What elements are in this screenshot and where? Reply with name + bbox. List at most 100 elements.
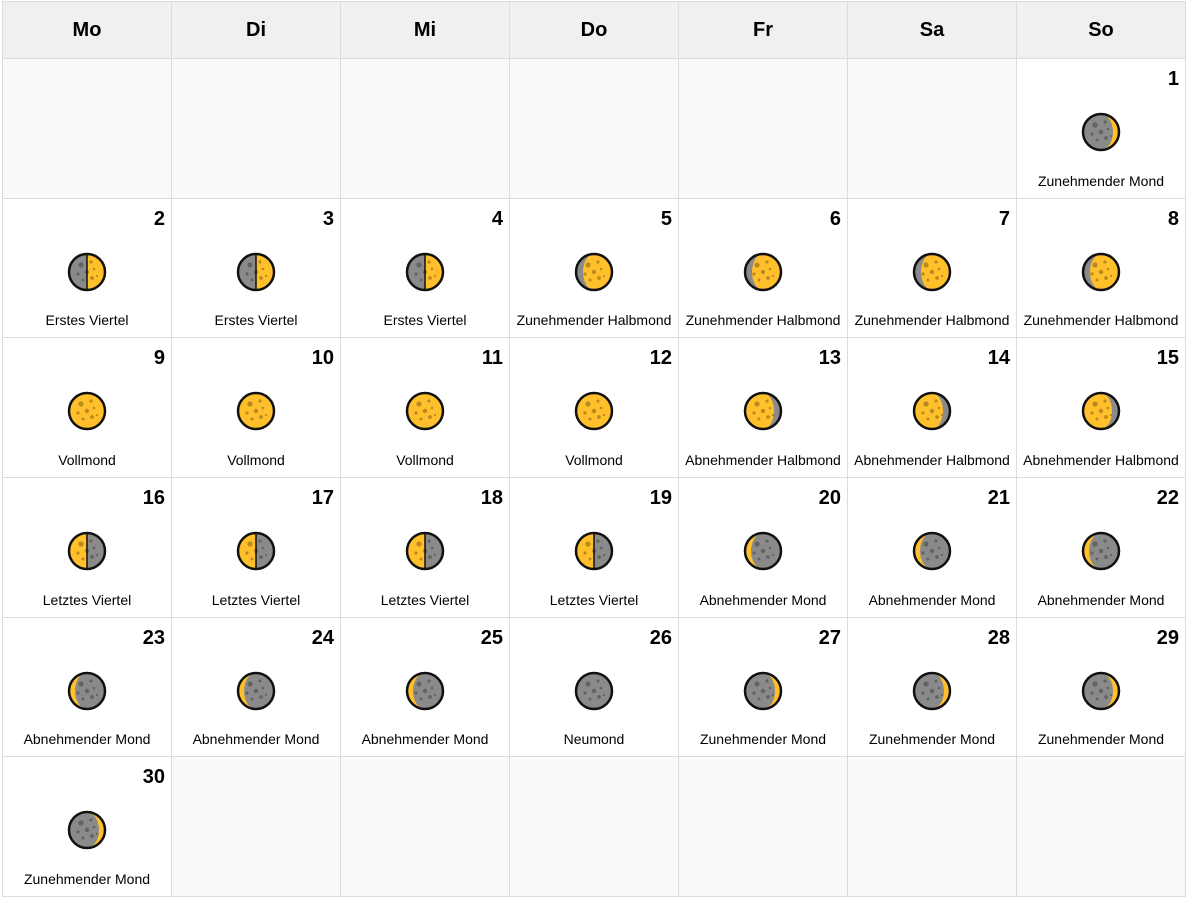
weekday-header-sa: Sa (848, 2, 1017, 59)
day-cell: 4 Erstes Viertel (341, 198, 510, 339)
empty-day-cell (1017, 757, 1186, 897)
day-number: 13 (818, 347, 841, 370)
day-number: 29 (1156, 626, 1179, 649)
day-cell: 7 Zunehmender Halbmond (848, 198, 1017, 339)
day-number: 15 (1156, 347, 1179, 370)
waning-crescent-moon-icon (912, 531, 952, 571)
waning-crescent-moon-icon (67, 671, 107, 711)
empty-day-cell (679, 757, 848, 897)
day-number: 16 (142, 487, 165, 509)
full-moon-icon (236, 391, 276, 431)
moon-phase-label: Vollmond (58, 452, 116, 468)
empty-day-cell (848, 59, 1017, 199)
day-cell: 23 Abnehmender Mond (3, 617, 172, 758)
day-cell: 13 Abnehmender Halbmond (679, 338, 848, 478)
empty-day-cell (848, 757, 1017, 897)
moon-phase-label: Abnehmender Mond (699, 591, 827, 608)
moon-phase-label: Vollmond (565, 452, 623, 468)
empty-day-cell (679, 59, 848, 199)
day-cell: 8 Zunehmender Halbmond (1017, 198, 1186, 339)
weekday-header-fr: Fr (679, 2, 848, 59)
moon-calendar: Mo Di Mi Do Fr Sa So 1 Zunehmender Mond 2… (2, 1, 1186, 897)
day-cell: 2 Erstes Viertel (3, 198, 172, 339)
day-cell: 15 Abnehmender Halbmond (1017, 338, 1186, 478)
moon-phase-label: Vollmond (227, 452, 285, 468)
moon-phase-label: Letztes Viertel (380, 591, 470, 608)
day-number: 19 (649, 487, 672, 509)
day-cell: 1 Zunehmender Mond (1017, 59, 1186, 199)
day-number: 24 (311, 626, 334, 649)
moon-phase-label: Abnehmender Mond (361, 731, 489, 748)
day-number: 27 (818, 626, 841, 649)
day-cell: 26 Neumond (510, 617, 679, 758)
new-moon-icon (574, 671, 614, 711)
day-number: 28 (987, 626, 1010, 649)
weekday-header-di: Di (172, 2, 341, 59)
moon-phase-label: Zunehmender Mond (1037, 731, 1165, 748)
moon-phase-label: Erstes Viertel (383, 312, 467, 329)
waning-gibbous-moon-icon (912, 391, 952, 431)
day-cell: 29 Zunehmender Mond (1017, 617, 1186, 758)
moon-phase-label: Zunehmender Halbmond (1023, 312, 1179, 329)
empty-day-cell (172, 59, 341, 199)
day-cell: 11 Vollmond (341, 338, 510, 478)
day-cell: 28 Zunehmender Mond (848, 617, 1017, 758)
day-number: 4 (491, 207, 503, 230)
day-number: 26 (649, 626, 672, 649)
day-cell: 22 Abnehmender Mond (1017, 478, 1186, 618)
day-cell: 5 Zunehmender Halbmond (510, 198, 679, 339)
last-quarter-moon-icon (236, 531, 276, 571)
day-number: 23 (142, 626, 165, 649)
moon-phase-label: Neumond (563, 731, 625, 748)
waxing-crescent-moon-icon (912, 671, 952, 711)
day-number: 7 (998, 207, 1010, 230)
full-moon-icon (405, 391, 445, 431)
weekday-header-so: So (1017, 2, 1186, 59)
first-quarter-moon-icon (405, 252, 445, 292)
moon-phase-label: Letztes Viertel (211, 591, 301, 608)
empty-day-cell (172, 757, 341, 897)
waning-crescent-moon-icon (236, 671, 276, 711)
waning-crescent-moon-icon (405, 671, 445, 711)
weekday-header-mi: Mi (341, 2, 510, 59)
day-number: 6 (829, 207, 841, 230)
full-moon-icon (67, 391, 107, 431)
day-cell: 17 Letztes Viertel (172, 478, 341, 618)
day-cell: 24 Abnehmender Mond (172, 617, 341, 758)
moon-phase-label: Letztes Viertel (42, 591, 132, 608)
empty-day-cell (510, 59, 679, 199)
day-number: 30 (142, 766, 165, 789)
moon-phase-label: Zunehmender Mond (699, 731, 827, 748)
moon-phase-label: Abnehmender Halbmond (1023, 452, 1179, 468)
moon-phase-label: Zunehmender Halbmond (685, 312, 841, 329)
last-quarter-moon-icon (574, 531, 614, 571)
moon-phase-label: Letztes Viertel (549, 591, 639, 608)
moon-phase-label: Erstes Viertel (214, 312, 298, 329)
empty-day-cell (510, 757, 679, 897)
last-quarter-moon-icon (67, 531, 107, 571)
day-number: 17 (311, 487, 334, 509)
waxing-crescent-moon-icon (743, 671, 783, 711)
day-number: 9 (153, 347, 165, 370)
waning-crescent-moon-icon (743, 531, 783, 571)
first-quarter-moon-icon (67, 252, 107, 292)
waxing-gibbous-moon-icon (743, 252, 783, 292)
last-quarter-moon-icon (405, 531, 445, 571)
day-cell: 19 Letztes Viertel (510, 478, 679, 618)
moon-phase-label: Zunehmender Halbmond (516, 312, 672, 329)
moon-phase-label: Zunehmender Halbmond (854, 312, 1010, 329)
empty-day-cell (341, 757, 510, 897)
moon-phase-label: Abnehmender Mond (1037, 591, 1165, 608)
day-cell: 21 Abnehmender Mond (848, 478, 1017, 618)
moon-phase-label: Erstes Viertel (45, 312, 129, 329)
day-number: 18 (480, 487, 503, 509)
waxing-gibbous-moon-icon (912, 252, 952, 292)
day-cell: 30 Zunehmender Mond (3, 757, 172, 897)
day-cell: 25 Abnehmender Mond (341, 617, 510, 758)
day-cell: 20 Abnehmender Mond (679, 478, 848, 618)
waxing-gibbous-moon-icon (574, 252, 614, 292)
day-cell: 18 Letztes Viertel (341, 478, 510, 618)
day-number: 1 (1167, 68, 1179, 90)
weekday-header-mo: Mo (3, 2, 172, 59)
weekday-header-do: Do (510, 2, 679, 59)
